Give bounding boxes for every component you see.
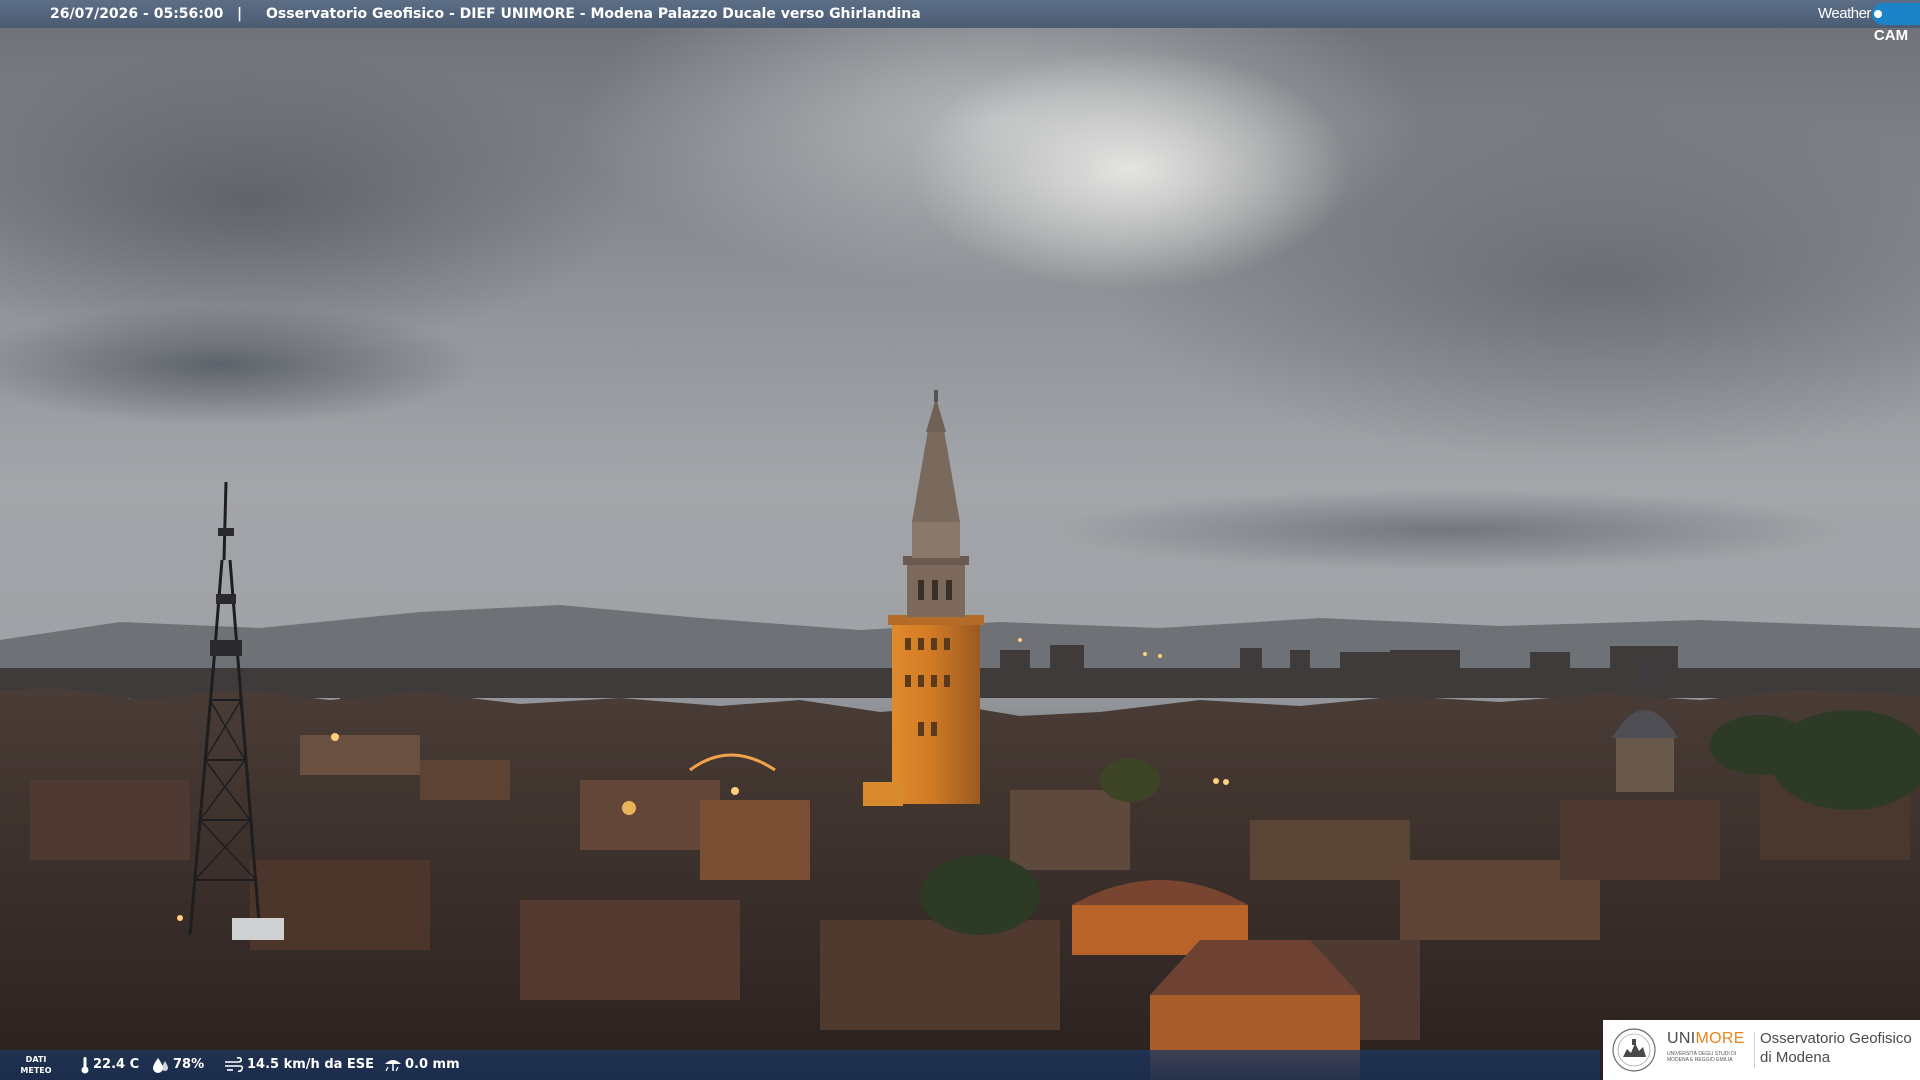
clock-face <box>622 801 636 815</box>
thermometer-icon <box>81 1056 89 1073</box>
title-separator: | <box>237 6 243 22</box>
temperature-reading: 22.4 C <box>80 1050 139 1080</box>
humidity-value: 78% <box>173 1057 205 1072</box>
university-full-name: UNIVERSITÀ DEGLI STUDI DI MODENA E REGGI… <box>1667 1051 1757 1063</box>
wind-value: 14.5 km/h da ESE <box>247 1057 375 1072</box>
rain-reading: 0.0 mm <box>384 1050 460 1080</box>
title-bar: 26/07/2026 - 05:56:00 | Osservatorio Geo… <box>0 0 1920 44</box>
unimore-wordmark: UNIMORE <box>1667 1030 1745 1048</box>
water-drop-icon <box>153 1057 168 1073</box>
weather-label-line2: METEO <box>20 1066 52 1075</box>
unimore-wordmark-part2: MORE <box>1695 1030 1745 1047</box>
wind-icon <box>225 1056 244 1072</box>
temperature-value: 22.4 C <box>93 1057 140 1072</box>
brand-cam-badge: CAM <box>1871 3 1920 44</box>
logo-divider <box>1754 1032 1755 1068</box>
camera-lens-icon <box>1873 10 1882 19</box>
university-line2: MODENA E REGGIO EMILIA <box>1667 1057 1733 1063</box>
webcam-frame: 26/07/2026 - 05:56:00 | Osservatorio Geo… <box>0 0 1920 1080</box>
brand-cam-text: CAM <box>1873 27 1909 44</box>
brand-weather-text: Weather <box>1818 5 1871 22</box>
observatory-line1: Osservatorio Geofisico <box>1760 1030 1912 1047</box>
camera-title: Osservatorio Geofisico - DIEF UNIMORE - … <box>266 6 921 22</box>
timestamp: 26/07/2026 - 05:56:00 <box>50 6 224 22</box>
city-scene <box>0 390 1920 1080</box>
observatory-line2: di Modena <box>1760 1049 1831 1066</box>
unimore-wordmark-part1: UNI <box>1667 1030 1696 1047</box>
wind-reading: 14.5 km/h da ESE <box>224 1050 374 1080</box>
rain-value: 0.0 mm <box>405 1057 460 1072</box>
weather-label-line1: DATI <box>25 1055 47 1064</box>
unimore-logo-panel[interactable]: UNIMORE UNIVERSITÀ DEGLI STUDI DI MODENA… <box>1603 1020 1920 1080</box>
rain-gauge-icon <box>385 1059 401 1071</box>
university-seal-icon <box>1612 1028 1656 1072</box>
observatory-name: Osservatorio Geofisico di Modena <box>1760 1029 1912 1067</box>
humidity-reading: 78% <box>152 1050 204 1080</box>
weather-data-bar: DATI METEO 22.4 C 78% 14.5 km/h da ESE 0… <box>0 1050 1600 1080</box>
weathercam-logo[interactable]: Weather CAM <box>1818 0 1920 44</box>
weather-data-label: DATI METEO <box>18 1054 54 1076</box>
